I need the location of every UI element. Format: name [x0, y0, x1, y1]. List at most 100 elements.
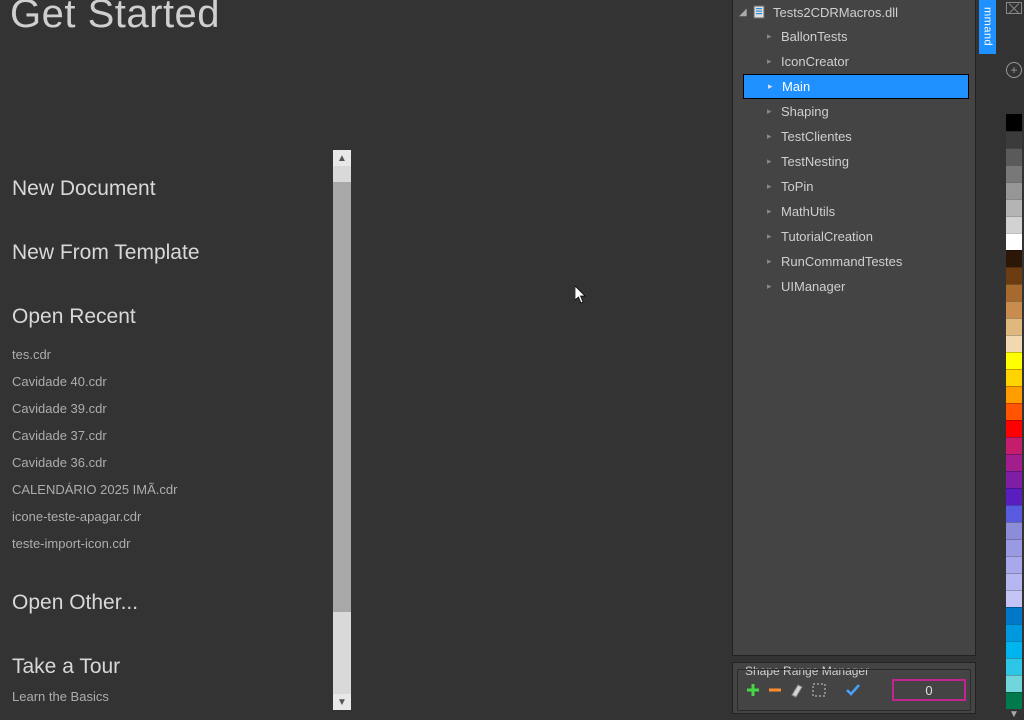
color-swatch[interactable] — [1006, 131, 1022, 148]
new-document-action[interactable]: New Document — [0, 177, 333, 201]
color-swatch[interactable] — [1006, 505, 1022, 522]
color-swatch[interactable] — [1006, 284, 1022, 301]
expander-closed-icon[interactable]: ▸ — [767, 181, 781, 192]
tree-item-label: Shaping — [781, 104, 829, 119]
shape-count-field[interactable]: 0 — [892, 679, 966, 701]
color-swatch[interactable] — [1006, 573, 1022, 590]
expander-closed-icon[interactable]: ▸ — [768, 81, 782, 92]
color-swatch[interactable] — [1006, 233, 1022, 250]
color-swatch[interactable] — [1006, 471, 1022, 488]
color-swatch[interactable] — [1006, 590, 1022, 607]
tree-item-label: UIManager — [781, 279, 845, 294]
recent-file-item[interactable]: CALENDÁRIO 2025 IMÃ.cdr — [12, 476, 321, 503]
expander-closed-icon[interactable]: ▸ — [767, 31, 781, 42]
palette-scroll-down-icon[interactable]: ▼ — [1004, 709, 1024, 720]
tree-item[interactable]: ▸RunCommandTestes — [739, 249, 975, 274]
tree-item[interactable]: ▸MathUtils — [739, 199, 975, 224]
welcome-scrollbar[interactable]: ▲ ▼ — [333, 150, 351, 710]
color-swatch[interactable] — [1006, 250, 1022, 267]
color-swatch[interactable] — [1006, 641, 1022, 658]
color-swatch[interactable] — [1006, 624, 1022, 641]
color-swatch[interactable] — [1006, 692, 1022, 709]
learn-basics-link[interactable]: Learn the Basics — [0, 679, 333, 704]
recent-file-item[interactable]: icone-teste-apagar.cdr — [12, 503, 321, 530]
color-swatch[interactable] — [1006, 454, 1022, 471]
color-swatch[interactable] — [1006, 607, 1022, 624]
tree-item[interactable]: ▸TestClientes — [739, 124, 975, 149]
tree-item-label: IconCreator — [781, 54, 849, 69]
marquee-select-button[interactable] — [808, 679, 830, 701]
color-swatch[interactable] — [1006, 675, 1022, 692]
tree-root-label: Tests2CDRMacros.dll — [773, 5, 898, 20]
color-swatch[interactable] — [1006, 199, 1022, 216]
color-swatch[interactable] — [1006, 165, 1022, 182]
recent-file-item[interactable]: Cavidade 37.cdr — [12, 422, 321, 449]
canvas-area[interactable] — [351, 0, 730, 720]
recent-file-item[interactable]: Cavidade 40.cdr — [12, 368, 321, 395]
clear-shapes-button[interactable] — [786, 679, 808, 701]
color-swatch[interactable] — [1006, 556, 1022, 573]
tree-item[interactable]: ▸TutorialCreation — [739, 224, 975, 249]
recent-file-item[interactable]: Cavidade 39.cdr — [12, 395, 321, 422]
color-swatch[interactable] — [1006, 148, 1022, 165]
open-recent-heading: Open Recent — [0, 305, 333, 329]
expander-closed-icon[interactable]: ▸ — [767, 56, 781, 67]
expander-closed-icon[interactable]: ▸ — [767, 131, 781, 142]
scroll-down-icon[interactable]: ▼ — [333, 694, 351, 710]
color-swatch[interactable] — [1006, 216, 1022, 233]
tree-item-label: RunCommandTestes — [781, 254, 902, 269]
tree-item[interactable]: ▸TestNesting — [739, 149, 975, 174]
new-from-template-action[interactable]: New From Template — [0, 241, 333, 265]
recent-file-item[interactable]: Cavidade 36.cdr — [12, 449, 321, 476]
confirm-button[interactable] — [842, 679, 864, 701]
tree-root[interactable]: ◢ Tests2CDRMacros.dll — [739, 0, 975, 24]
tree-item[interactable]: ▸BallonTests — [739, 24, 975, 49]
expander-open-icon[interactable]: ◢ — [739, 7, 753, 18]
expander-closed-icon[interactable]: ▸ — [767, 256, 781, 267]
scroll-up-icon[interactable]: ▲ — [333, 150, 351, 166]
color-swatch[interactable] — [1006, 335, 1022, 352]
add-color-button[interactable]: + — [1006, 62, 1022, 78]
recent-files-list: tes.cdrCavidade 40.cdrCavidade 39.cdrCav… — [0, 329, 333, 557]
tree-item-label: ToPin — [781, 179, 814, 194]
tree-item-label: TestNesting — [781, 154, 849, 169]
color-swatch[interactable] — [1006, 182, 1022, 199]
color-swatch[interactable] — [1006, 114, 1022, 131]
tree-item[interactable]: ▸Shaping — [739, 99, 975, 124]
tree-item-label: TestClientes — [781, 129, 852, 144]
add-shape-button[interactable] — [742, 679, 764, 701]
tree-item[interactable]: ▸Main — [743, 74, 969, 99]
color-swatch[interactable] — [1006, 488, 1022, 505]
remove-shape-button[interactable] — [764, 679, 786, 701]
color-swatch[interactable] — [1006, 522, 1022, 539]
color-swatch[interactable] — [1006, 403, 1022, 420]
color-swatch[interactable] — [1006, 539, 1022, 556]
color-swatch[interactable] — [1006, 658, 1022, 675]
command-docker-tab[interactable]: mmand — [979, 0, 996, 54]
recent-file-item[interactable]: teste-import-icon.cdr — [12, 530, 321, 557]
expander-closed-icon[interactable]: ▸ — [767, 231, 781, 242]
color-swatch[interactable] — [1006, 369, 1022, 386]
expander-closed-icon[interactable]: ▸ — [767, 206, 781, 217]
tree-item[interactable]: ▸UIManager — [739, 274, 975, 299]
tree-item[interactable]: ▸IconCreator — [739, 49, 975, 74]
scripts-docker: ◢ Tests2CDRMacros.dll ▸BallonTests▸IconC… — [732, 0, 976, 656]
color-palette: + ▼ — [1004, 0, 1024, 720]
expander-closed-icon[interactable]: ▸ — [767, 281, 781, 292]
color-swatch[interactable] — [1006, 318, 1022, 335]
open-other-action[interactable]: Open Other... — [0, 591, 333, 615]
color-swatch[interactable] — [1006, 352, 1022, 369]
color-swatch[interactable] — [1006, 437, 1022, 454]
no-color-swatch[interactable] — [1006, 2, 1022, 14]
expander-closed-icon[interactable]: ▸ — [767, 106, 781, 117]
tree-item[interactable]: ▸ToPin — [739, 174, 975, 199]
expander-closed-icon[interactable]: ▸ — [767, 156, 781, 167]
color-swatch[interactable] — [1006, 420, 1022, 437]
color-swatch[interactable] — [1006, 267, 1022, 284]
color-swatch[interactable] — [1006, 386, 1022, 403]
color-swatch[interactable] — [1006, 301, 1022, 318]
tree-item-label: BallonTests — [781, 29, 847, 44]
recent-file-item[interactable]: tes.cdr — [12, 341, 321, 368]
take-a-tour-heading: Take a Tour — [0, 655, 333, 679]
scroll-thumb[interactable] — [333, 182, 351, 612]
